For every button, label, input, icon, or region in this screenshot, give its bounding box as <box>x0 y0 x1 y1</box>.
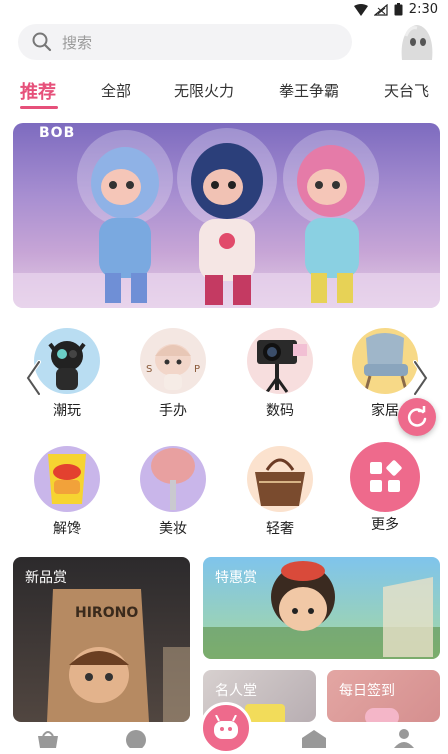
status-time: 2:30 <box>408 2 438 17</box>
battery-icon <box>394 3 403 16</box>
category-figures[interactable]: SP 手办 <box>133 328 213 420</box>
category-more[interactable]: 更多 <box>345 442 425 534</box>
category-label: 解馋 <box>53 521 81 537</box>
category-cosmetics[interactable]: 美妆 <box>133 446 213 538</box>
box-icon[interactable] <box>300 728 328 748</box>
card-special-offer[interactable]: 特惠赏 <box>203 557 440 659</box>
tab-active-indicator <box>20 106 58 109</box>
category-snacks[interactable]: 解馋 <box>27 446 107 538</box>
tab-boxing-king[interactable]: 拳王争霸 <box>279 80 339 101</box>
category-next-arrow[interactable] <box>410 358 432 398</box>
category-label: 美妆 <box>159 521 187 537</box>
status-bar: 2:30 <box>0 0 448 20</box>
card-daily-checkin[interactable]: 每日签到 <box>327 670 440 722</box>
category-label: 轻奢 <box>266 521 294 537</box>
ghost-avatar-icon <box>401 25 433 60</box>
camera-icon <box>247 328 313 394</box>
category-label: 更多 <box>371 517 399 533</box>
chevron-left-icon <box>25 360 41 396</box>
category-luxury[interactable]: 轻奢 <box>240 446 320 538</box>
wifi-icon <box>353 3 368 16</box>
trophy-icon <box>245 704 285 722</box>
bag-icon[interactable] <box>34 728 62 748</box>
category-label: 潮玩 <box>53 403 81 419</box>
search-icon <box>32 32 52 52</box>
card-new-arrivals[interactable]: HIRONO 新品赏 <box>13 557 190 722</box>
category-tabs: 推荐 全部 无限火力 拳王争霸 天台飞 <box>0 70 448 114</box>
tab-recommend[interactable]: 推荐 <box>20 78 56 104</box>
svg-text:HIRONO: HIRONO <box>75 605 138 621</box>
card-title: 新品赏 <box>25 570 67 586</box>
card-title: 名人堂 <box>215 683 257 699</box>
no-signal-icon <box>373 3 388 16</box>
profile-icon[interactable] <box>390 728 418 748</box>
armchair-icon <box>352 328 418 394</box>
makeup-brush-icon <box>140 446 206 512</box>
center-home-button[interactable] <box>200 702 252 754</box>
search-input[interactable]: 搜索 <box>18 24 352 60</box>
card-title: 每日签到 <box>339 683 395 699</box>
card-title: 特惠赏 <box>215 570 257 586</box>
hero-banner[interactable]: BOB <box>13 123 440 308</box>
snack-bag-icon <box>34 446 100 512</box>
user-avatar[interactable] <box>398 22 436 62</box>
category-label: 手办 <box>159 403 187 419</box>
search-placeholder: 搜索 <box>62 33 93 52</box>
category-digital[interactable]: 数码 <box>240 328 320 420</box>
refresh-button[interactable] <box>398 398 436 436</box>
chevron-right-icon <box>413 360 429 396</box>
checkin-gift-icon <box>365 708 399 722</box>
category-prev-arrow[interactable] <box>22 358 44 398</box>
tab-unlimited-fire[interactable]: 无限火力 <box>174 80 234 101</box>
chat-bubble-icon[interactable] <box>122 728 150 748</box>
tab-rooftop[interactable]: 天台飞 <box>384 80 429 101</box>
astronaut-toys-illustration <box>13 128 440 308</box>
svg-text:S: S <box>146 364 152 375</box>
robot-face-icon <box>214 715 238 739</box>
figure-doll-icon: SP <box>140 328 206 394</box>
svg-text:P: P <box>194 364 200 375</box>
grid-more-icon <box>350 442 420 512</box>
handbag-icon <box>247 446 313 512</box>
tab-all[interactable]: 全部 <box>101 80 131 101</box>
refresh-icon <box>407 406 427 427</box>
category-label: 数码 <box>266 403 294 419</box>
